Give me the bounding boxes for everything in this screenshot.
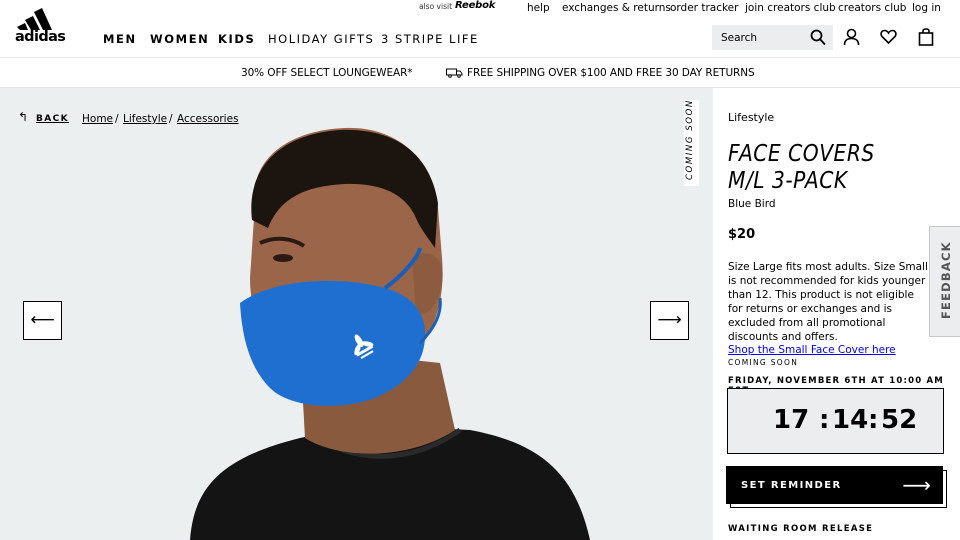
product-photo (190, 127, 590, 540)
breadcrumb-separator: / (115, 113, 119, 125)
reebok-link[interactable]: Reebok (455, 0, 495, 11)
account-icon[interactable] (843, 28, 860, 46)
coming-soon-vertical-label: COMING SOON (685, 99, 695, 180)
join-creators-club-link[interactable]: join creators club (745, 2, 836, 14)
coming-soon-badge: COMING SOON (684, 99, 699, 186)
breadcrumb-accessories[interactable]: Accessories (177, 113, 239, 125)
product-title: FACE COVERS M/L 3-PACK (728, 139, 875, 194)
arrow-right-icon: ⟶ (902, 473, 931, 497)
small-face-cover-link[interactable]: Shop the Small Face Cover here (728, 344, 896, 356)
product-color: Blue Bird (728, 198, 776, 210)
promo-free-shipping[interactable]: FREE SHIPPING OVER $100 AND FREE 30 DAY … (467, 67, 755, 79)
nav-holiday-gifts[interactable]: HOLIDAY GIFTS (268, 32, 374, 46)
bag-icon[interactable] (918, 28, 934, 46)
waiting-room-label: WAITING ROOM RELEASE (728, 524, 874, 534)
promo-loungewear[interactable]: 30% OFF SELECT LOUNGEWEAR* (241, 67, 413, 79)
also-visit-label: also visit (419, 2, 453, 11)
utility-bar: also visit Reebok help exchanges & retur… (0, 0, 960, 16)
nav-kids[interactable]: KIDS (218, 32, 255, 46)
arrow-left-icon: ⟵ (30, 310, 55, 330)
nav-women[interactable]: WOMEN (150, 32, 209, 46)
truck-icon (446, 68, 463, 78)
previous-image-button[interactable]: ⟵ (23, 301, 62, 340)
countdown-separator: : (819, 405, 830, 435)
product-price: $20 (728, 227, 756, 242)
wishlist-heart-icon[interactable] (880, 28, 897, 46)
countdown-hours: 17 (773, 405, 810, 435)
feedback-label: FEEDBACK (939, 241, 953, 319)
product-category: Lifestyle (728, 111, 775, 124)
three-stripes-icon (17, 8, 52, 30)
exchanges-returns-link[interactable]: exchanges & returns (562, 2, 671, 14)
back-link[interactable]: BACK (36, 114, 69, 124)
product-info-panel: Lifestyle FACE COVERS M/L 3-PACK Blue Bi… (713, 88, 960, 540)
back-arrow-icon[interactable]: ↰ (18, 110, 28, 124)
countdown-minutes: 14 (832, 405, 869, 435)
search-icon[interactable] (810, 29, 826, 46)
set-reminder-label: SET REMINDER (741, 480, 842, 491)
logo-wordmark: adidas (15, 29, 66, 45)
coming-soon-label: COMING SOON (728, 358, 799, 367)
arrow-right-icon: ⟶ (657, 310, 682, 330)
order-tracker-link[interactable]: order tracker (670, 2, 738, 14)
product-gallery: ↰ BACK Home / Lifestyle / Accessories CO… (0, 88, 713, 540)
promo-bar: 30% OFF SELECT LOUNGEWEAR* FREE SHIPPING… (0, 57, 960, 88)
product-description: Size Large fits most adults. Size Small … (728, 261, 928, 343)
feedback-tab[interactable]: FEEDBACK (929, 226, 960, 337)
nav-3-stripe-life[interactable]: 3 STRIPE LIFE (381, 32, 479, 46)
countdown-seconds: 52 (881, 405, 918, 435)
countdown-separator: : (868, 405, 879, 435)
set-reminder-button[interactable]: SET REMINDER ⟶ (726, 466, 943, 504)
breadcrumb-home[interactable]: Home (82, 113, 113, 125)
search-box[interactable] (712, 25, 833, 50)
creators-club-link[interactable]: creators club (838, 2, 906, 14)
nav-men[interactable]: MEN (103, 32, 137, 46)
breadcrumb-lifestyle[interactable]: Lifestyle (123, 113, 167, 125)
countdown-timer: 17 : 14 : 52 (727, 388, 944, 454)
next-image-button[interactable]: ⟶ (650, 301, 689, 340)
breadcrumb-separator: / (169, 113, 173, 125)
search-input[interactable] (712, 25, 812, 50)
help-link[interactable]: help (527, 2, 550, 14)
log-in-link[interactable]: log in (912, 2, 941, 14)
